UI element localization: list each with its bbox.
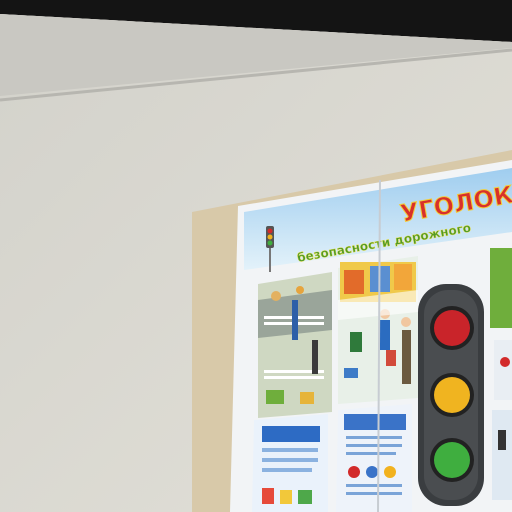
leaflet-middle <box>336 404 412 512</box>
big-traffic-light <box>418 284 484 506</box>
leaflet-left <box>252 414 328 512</box>
green-light-icon <box>434 442 470 478</box>
yellow-light-icon <box>434 377 470 413</box>
red-light-icon <box>434 310 470 346</box>
street-scene-panel <box>258 272 332 418</box>
photo-scene: УГОЛОК безопасности дорожного <box>0 0 512 512</box>
